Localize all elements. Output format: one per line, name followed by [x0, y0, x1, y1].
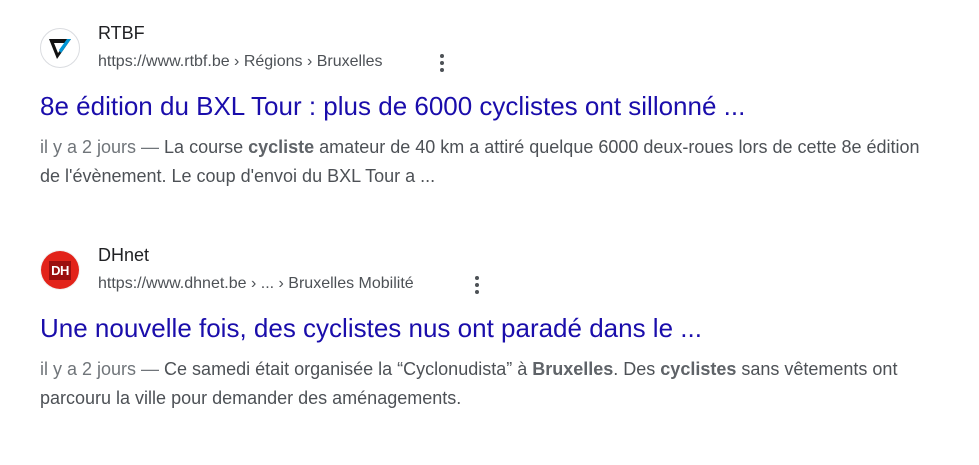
result-title-link[interactable]: Une nouvelle fois, des cyclistes nus ont…: [40, 311, 940, 345]
dhnet-logo-icon[interactable]: DH: [40, 250, 80, 290]
result-snippet: il y a 2 jours — Ce samedi était organis…: [40, 355, 930, 413]
result-header[interactable]: DH DHnet https://www.dhnet.be › ... › Br…: [40, 242, 940, 302]
result-date: il y a 2 jours —: [40, 359, 165, 379]
site-name[interactable]: DHnet: [98, 245, 149, 266]
snippet-highlight: Bruxelles: [532, 359, 614, 379]
snippet-text: La course: [164, 137, 249, 157]
search-result: DH DHnet https://www.dhnet.be › ... › Br…: [40, 242, 940, 413]
more-vert-icon[interactable]: [467, 273, 487, 297]
snippet-highlight: cyclistes: [660, 359, 737, 379]
snippet-text: Ce samedi était organisée la “Cyclonudis…: [164, 359, 533, 379]
snippet-text: . Des: [613, 359, 661, 379]
rtbf-logo-icon[interactable]: [40, 28, 80, 68]
dhnet-logo-text: DH: [49, 260, 71, 280]
result-date: il y a 2 jours —: [40, 137, 165, 157]
result-header[interactable]: RTBF https://www.rtbf.be › Régions › Bru…: [40, 20, 940, 80]
snippet-highlight: cycliste: [248, 137, 315, 157]
site-name[interactable]: RTBF: [98, 23, 145, 44]
more-vert-icon[interactable]: [432, 51, 452, 75]
result-snippet: il y a 2 jours — La course cycliste amat…: [40, 133, 930, 191]
result-title-link[interactable]: 8e édition du BXL Tour : plus de 6000 cy…: [40, 89, 940, 123]
site-url[interactable]: https://www.dhnet.be › ... › Bruxelles M…: [98, 275, 414, 293]
site-url[interactable]: https://www.rtbf.be › Régions › Bruxelle…: [98, 53, 383, 71]
search-result: RTBF https://www.rtbf.be › Régions › Bru…: [40, 20, 940, 191]
